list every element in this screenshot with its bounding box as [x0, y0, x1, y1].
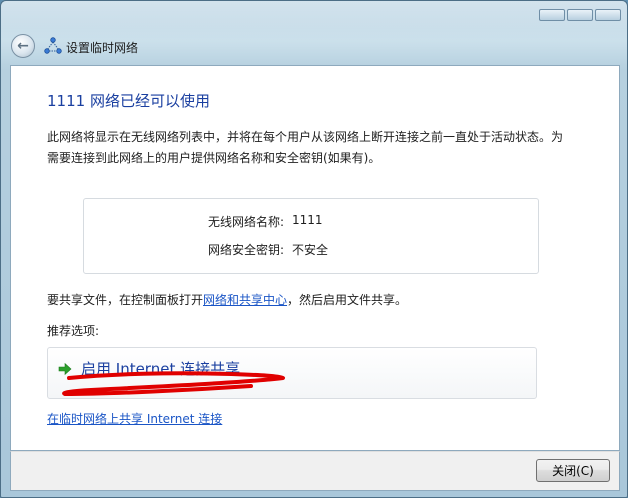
window-title: 设置临时网络	[66, 41, 139, 55]
close-window-button[interactable]	[595, 9, 621, 21]
network-name-value: 1111	[292, 213, 323, 227]
minimize-button[interactable]	[539, 9, 565, 21]
back-arrow-icon: ←	[17, 38, 29, 54]
share-internet-link[interactable]: 在临时网络上共享 Internet 连接	[47, 410, 222, 427]
maximize-button[interactable]	[567, 9, 593, 21]
file-sharing-prefix: 要共享文件，在控制面板打开	[47, 293, 204, 307]
description-text: 此网络将显示在无线网络列表中，并将在每个用户从该网络上断开连接之前一直处于活动状…	[47, 130, 564, 165]
bottom-bar: 关闭(C)	[10, 451, 620, 491]
file-sharing-text: 要共享文件，在控制面板打开网络和共享中心，然后启用文件共享。	[47, 291, 407, 308]
back-button[interactable]: ←	[11, 34, 35, 58]
green-arrow-icon	[58, 362, 72, 376]
security-key-label: 网络安全密钥:	[207, 243, 284, 257]
network-icon	[44, 37, 62, 54]
window-frame: ← 设置临时网络 1111 网络已经可以使用 此网络将显示在无线网络列表中，并将…	[0, 0, 628, 498]
recommended-options-label: 推荐选项:	[47, 324, 100, 338]
file-sharing-suffix: ，然后启用文件共享。	[287, 293, 408, 307]
network-sharing-center-link[interactable]: 网络和共享中心	[203, 293, 287, 307]
network-info-box: 无线网络名称: 1111 网络安全密钥: 不安全	[83, 198, 539, 274]
caption-buttons	[539, 9, 621, 21]
close-button[interactable]: 关闭(C)	[536, 459, 610, 482]
page-heading: 1111 网络已经可以使用	[47, 92, 210, 110]
enable-ics-label: 启用 Internet 连接共享	[81, 360, 241, 378]
content-panel: 1111 网络已经可以使用 此网络将显示在无线网络列表中，并将在每个用户从该网络…	[10, 65, 620, 451]
network-name-label: 无线网络名称:	[207, 215, 284, 229]
security-key-value: 不安全	[292, 243, 329, 257]
enable-ics-option[interactable]: 启用 Internet 连接共享	[47, 347, 537, 399]
